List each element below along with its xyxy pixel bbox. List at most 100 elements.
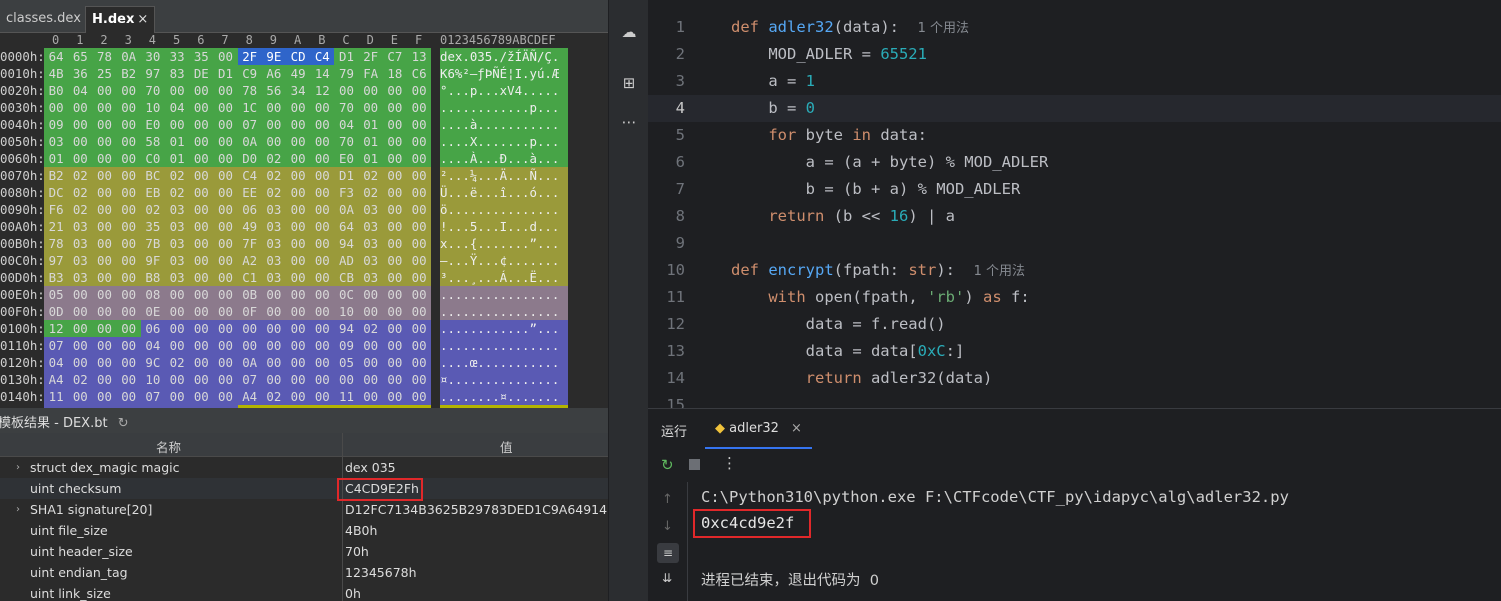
hex-row[interactable]: 00B0h: 78 03 00 00 7B 03 00 00 7F 03 00 00 94 03 00 00 x.… — [0, 235, 608, 252]
hex-byte[interactable]: 00 — [310, 286, 335, 303]
hex-byte[interactable]: 64 — [334, 218, 359, 235]
hex-byte[interactable]: 02 — [261, 388, 286, 405]
hex-byte[interactable]: 02 — [68, 184, 93, 201]
hex-byte[interactable]: 00 — [310, 235, 335, 252]
hex-byte[interactable]: 00 — [189, 218, 214, 235]
hex-byte[interactable]: 06 — [237, 201, 262, 218]
hex-byte[interactable]: 00 — [310, 388, 335, 405]
code-line[interactable]: 4 b = 0 — [648, 95, 1501, 122]
hex-byte[interactable]: 00 — [165, 303, 190, 320]
expand-arrow-icon[interactable]: › — [16, 457, 20, 478]
hex-byte[interactable]: 00 — [92, 167, 117, 184]
hex-byte[interactable]: 7B — [140, 235, 165, 252]
hex-byte[interactable]: 10 — [334, 303, 359, 320]
hex-byte[interactable]: 00 — [286, 252, 311, 269]
hex-byte[interactable]: 00 — [116, 235, 141, 252]
hex-byte[interactable]: 00 — [213, 388, 238, 405]
hex-byte[interactable]: 00 — [407, 184, 432, 201]
hex-ascii[interactable]: ¤............... — [440, 371, 568, 388]
hex-byte[interactable]: B2 — [116, 65, 141, 82]
hex-byte[interactable]: A2 — [237, 252, 262, 269]
hex-byte[interactable]: 03 — [165, 269, 190, 286]
hex-byte[interactable]: 00 — [382, 354, 407, 371]
hex-byte[interactable]: 00 — [189, 201, 214, 218]
hex-row[interactable]: 0030h: 00 00 00 00 10 04 00 00 1C 00 00 00 70 00 00 00..… — [0, 99, 608, 116]
stop-icon[interactable] — [689, 459, 700, 470]
hex-byte[interactable]: 00 — [407, 82, 432, 99]
hex-byte[interactable]: 65 — [68, 48, 93, 65]
hex-byte[interactable]: 00 — [261, 320, 286, 337]
hex-byte[interactable]: E0 — [334, 150, 359, 167]
hex-byte[interactable]: 00 — [189, 303, 214, 320]
hex-byte[interactable]: 02 — [165, 184, 190, 201]
hex-byte[interactable]: 94 — [334, 320, 359, 337]
hex-row[interactable]: 0070h: B2 02 00 00 BC 02 00 00 C4 02 00 00 D1 02 00 00 ².… — [0, 167, 608, 184]
hex-byte[interactable]: 01 — [358, 133, 383, 150]
template-row[interactable]: uint header_size 70h — [0, 541, 608, 562]
hex-row[interactable]: 0050h: 03 00 00 00 58 01 00 00 0A 00 00 00 70 01 00 00..… — [0, 133, 608, 150]
hex-byte[interactable]: A6 — [261, 65, 286, 82]
hex-row[interactable]: 00E0h: 05 00 00 00 08 00 00 00 0B 00 00 00 0C 00 00 00..… — [0, 286, 608, 303]
hex-byte[interactable]: 00 — [310, 167, 335, 184]
hex-byte[interactable]: 00 — [189, 320, 214, 337]
hex-byte[interactable]: 00 — [68, 388, 93, 405]
hex-byte[interactable]: 00 — [407, 116, 432, 133]
hex-byte[interactable]: 00 — [261, 286, 286, 303]
hex-byte[interactable]: 01 — [358, 150, 383, 167]
hex-byte[interactable]: 02 — [358, 320, 383, 337]
hex-byte[interactable]: 00 — [189, 235, 214, 252]
hex-byte[interactable]: 00 — [44, 99, 69, 116]
hex-byte[interactable]: 00 — [407, 218, 432, 235]
template-row[interactable]: uint file_size 4B0h — [0, 520, 608, 541]
hex-byte[interactable]: 07 — [237, 371, 262, 388]
more-icon[interactable]: ⋯ — [619, 113, 639, 133]
hex-row[interactable]: 00C0h: 97 03 00 00 9F 03 00 00 A2 03 00 00 AD 03 00 00 —.… — [0, 252, 608, 269]
hex-byte[interactable]: 00 — [261, 99, 286, 116]
hex-byte[interactable]: 00 — [407, 354, 432, 371]
hex-byte[interactable]: EB — [140, 184, 165, 201]
hex-byte[interactable]: D0 — [237, 150, 262, 167]
hex-byte[interactable]: 00 — [286, 303, 311, 320]
hex-byte[interactable]: 9F — [140, 252, 165, 269]
hex-byte[interactable]: 00 — [68, 320, 93, 337]
hex-byte[interactable]: 02 — [68, 167, 93, 184]
hex-byte[interactable]: 00 — [407, 167, 432, 184]
hex-byte[interactable]: 02 — [261, 150, 286, 167]
hex-byte[interactable]: 00 — [261, 116, 286, 133]
hex-byte[interactable]: B0 — [44, 82, 69, 99]
hex-byte[interactable]: 79 — [334, 65, 359, 82]
hex-row[interactable]: 0080h: DC 02 00 00 EB 02 00 00 EE 02 00 00 F3 02 00 00 Ü.… — [0, 184, 608, 201]
expand-arrow-icon[interactable]: › — [16, 499, 20, 520]
hex-byte[interactable]: 02 — [165, 354, 190, 371]
hex-byte[interactable]: 00 — [165, 388, 190, 405]
hex-byte[interactable]: 00 — [116, 388, 141, 405]
code-line[interactable]: 10 def encrypt(fpath: str): 1 个用法 — [648, 257, 1501, 284]
hex-byte[interactable]: 04 — [334, 116, 359, 133]
hex-byte[interactable]: 03 — [261, 269, 286, 286]
hex-byte[interactable]: 00 — [334, 82, 359, 99]
hex-byte[interactable]: 97 — [44, 252, 69, 269]
hex-byte[interactable]: 00 — [358, 337, 383, 354]
hex-ascii[interactable]: ³...¸...Á...Ë... — [440, 269, 568, 286]
hex-byte[interactable]: 03 — [261, 235, 286, 252]
hex-byte[interactable]: A4 — [237, 388, 262, 405]
hex-byte[interactable]: 00 — [68, 303, 93, 320]
hex-byte[interactable]: C7 — [382, 48, 407, 65]
hex-byte[interactable]: 35 — [189, 48, 214, 65]
hex-byte[interactable]: 00 — [189, 354, 214, 371]
hex-byte[interactable]: 00 — [189, 388, 214, 405]
hex-byte[interactable]: 00 — [116, 252, 141, 269]
hex-byte[interactable]: 36 — [68, 65, 93, 82]
hex-row[interactable]: 00D0h: B3 03 00 00 B8 03 00 00 C1 03 00 00 CB 03 00 00 ³.… — [0, 269, 608, 286]
hex-byte[interactable]: 35 — [140, 218, 165, 235]
hex-byte[interactable]: 00 — [382, 371, 407, 388]
hex-byte[interactable]: 00 — [213, 150, 238, 167]
hex-byte[interactable]: 00 — [213, 218, 238, 235]
hex-byte[interactable]: 00 — [213, 235, 238, 252]
hex-byte[interactable]: 00 — [286, 354, 311, 371]
hex-byte[interactable]: 00 — [382, 167, 407, 184]
hex-byte[interactable]: 00 — [116, 82, 141, 99]
hex-byte[interactable]: 07 — [140, 388, 165, 405]
more-options-icon[interactable]: ⋮ — [722, 454, 737, 472]
hex-row[interactable]: 0090h: F6 02 00 00 02 03 00 00 06 03 00 00 0A 03 00 00 ö.… — [0, 201, 608, 218]
